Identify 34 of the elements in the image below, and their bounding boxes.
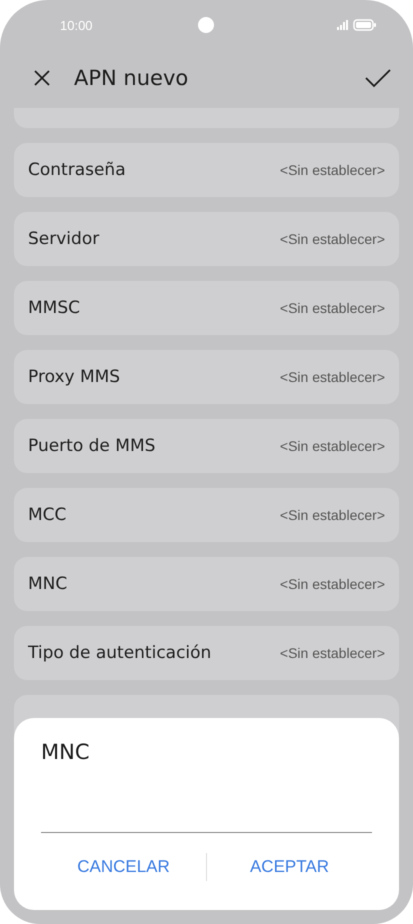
setting-value: <Sin establecer> [280,507,385,523]
setting-label: MCC [28,505,66,525]
camera-hole [198,17,214,33]
setting-value: <Sin establecer> [280,231,385,247]
page-title: APN nuevo [74,66,190,90]
settings-row[interactable]: MMSC <Sin establecer> [14,281,399,335]
setting-label: Proxy MMS [28,367,120,387]
accept-button[interactable]: ACEPTAR [207,847,372,887]
close-icon[interactable] [32,68,52,88]
settings-row[interactable]: Puerto de MMS <Sin establecer> [14,419,399,473]
cancel-button[interactable]: CANCELAR [41,847,206,887]
setting-label: Servidor [28,229,100,249]
setting-value: <Sin establecer> [280,576,385,592]
setting-value: <Sin establecer> [280,162,385,178]
setting-value: <Sin establecer> [280,438,385,454]
settings-row[interactable]: Servidor <Sin establecer> [14,212,399,266]
signal-icon [337,20,349,30]
settings-row[interactable]: Contraseña <Sin establecer> [14,143,399,197]
setting-value: <Sin establecer> [280,369,385,385]
setting-label: Puerto de MMS [28,436,156,456]
setting-label: MMSC [28,298,80,318]
settings-row[interactable]: Proxy MMS <Sin establecer> [14,350,399,404]
dialog-title: MNC [41,740,90,764]
checkmark-icon[interactable] [365,68,391,88]
setting-label: Tipo de autenticación [28,643,212,663]
settings-row[interactable]: MNC <Sin establecer> [14,557,399,611]
status-time: 10:00 [60,18,93,32]
setting-value: <Sin establecer> [280,645,385,661]
setting-value: <Sin establecer> [280,300,385,316]
battery-icon [353,19,377,31]
settings-row[interactable]: Tipo de autenticación <Sin establecer> [14,626,399,680]
setting-label: Contraseña [28,160,126,180]
setting-label: MNC [28,574,68,594]
settings-row[interactable]: MCC <Sin establecer> [14,488,399,542]
